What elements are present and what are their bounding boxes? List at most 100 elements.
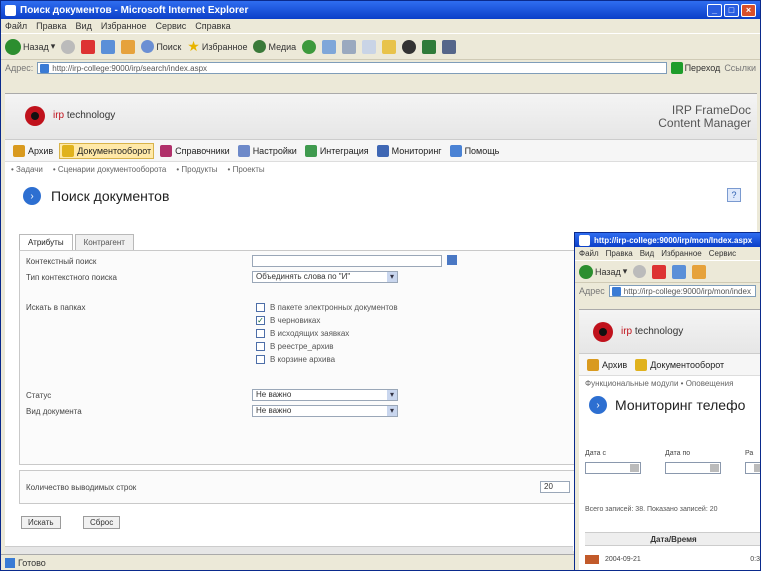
menu-favorites[interactable]: Избранное [101,21,147,31]
date-from-input[interactable] [585,462,641,474]
subnav-projects[interactable]: • Проекты [228,165,265,174]
back-button[interactable]: Назад ▾ [579,264,627,279]
menu-help[interactable]: Справка [195,21,230,31]
module-integration[interactable]: Интеграция [303,144,371,158]
integration-icon [304,144,317,157]
home-icon[interactable] [692,264,707,279]
brand-name: irp technology [53,110,115,121]
address-input[interactable]: http://irp-college:9000/irp/search/index… [37,61,667,74]
reset-button[interactable]: Сброс [83,516,121,529]
menu-view[interactable]: Вид [640,249,654,258]
ie-monitoring-window[interactable]: http://irp-college:9000/irp/mon/Index.as… [574,232,761,571]
messenger-icon[interactable] [402,39,417,54]
folder-checkbox-trash[interactable]: В корзине архива [256,355,335,364]
back-button[interactable]: Назад ▾ [5,38,55,55]
module-settings[interactable]: Настройки [236,144,299,158]
folder-checkbox-drafts[interactable]: ✓ В черновиках [256,316,320,325]
subnav-scenarios[interactable]: • Сценарии документооборота [53,165,166,174]
media-button[interactable]: Медиа [253,40,296,53]
module-label: Интеграция [319,145,369,156]
monitoring-title-row: › Мониторинг телефо [589,396,745,414]
minimize-button[interactable]: _ [707,3,722,17]
media-label: Медиа [268,41,297,52]
rows-count-input[interactable]: 20 [540,481,570,493]
module-archive[interactable]: Архив [11,144,55,158]
folder-label: В пакете электронных документов [270,303,398,312]
third-filter-label: Ра [745,450,754,457]
forward-icon[interactable] [61,39,76,54]
address-input[interactable]: http://irp-college:9000/irp/mon/index [608,284,756,297]
doctype-select[interactable]: Не важно [252,405,398,417]
menu-edit[interactable]: Правка [36,21,66,31]
doctype-label: Вид документа [26,407,82,416]
refresh-icon[interactable] [672,264,687,279]
refresh-icon[interactable] [101,39,116,54]
third-filter-input[interactable] [745,462,760,474]
history-icon[interactable] [302,39,317,54]
go-arrow-icon [670,61,683,74]
references-icon [160,144,173,157]
subnav-tasks[interactable]: • Задачи [11,165,43,174]
favorites-button[interactable]: ★ Избранное [187,38,247,55]
row-value: 0:3 [750,555,760,563]
forward-icon[interactable] [633,265,647,278]
workflow-icon [62,144,75,157]
edit-icon[interactable] [362,39,377,54]
home-icon[interactable] [121,39,136,54]
links-label[interactable]: Ссылки [724,63,756,73]
sub-nav: • Задачи • Сценарии документооборота • П… [5,162,757,176]
context-search-input[interactable] [252,255,442,267]
module-archive[interactable]: Архив [585,358,629,372]
module-help[interactable]: Помощь [448,144,502,158]
brand-prefix: irp [53,110,65,121]
module-workflow[interactable]: Документооборот [59,142,155,159]
module-workflow[interactable]: Документооборот [633,358,726,372]
context-search-icon[interactable] [447,255,457,265]
module-references[interactable]: Справочники [158,144,232,158]
folder-checkbox-registry[interactable]: В реестре_архив [256,342,333,351]
stop-icon[interactable] [652,264,667,279]
go-button[interactable]: Переход [670,61,721,74]
module-monitoring[interactable]: Мониторинг [375,144,444,158]
media-icon [253,40,267,53]
folder-icon[interactable] [382,39,397,54]
discuss-icon[interactable] [442,39,457,54]
search-button[interactable]: Поиск [141,40,181,53]
menu-tools[interactable]: Сервис [155,21,186,31]
horizontal-scrollbar[interactable] [5,546,573,554]
menu-bar: Файл Правка Вид Избранное Сервис [575,247,760,260]
subnav-text[interactable]: Функциональные модули • Оповещения [585,379,733,388]
tab-counterparty[interactable]: Контрагент [74,234,134,250]
folder-label: В черновиках [270,316,321,325]
window-title: http://irp-college:9000/irp/mon/Index.as… [594,235,753,245]
menu-view[interactable]: Вид [76,21,92,31]
go-label: Переход [684,62,721,73]
brand-prefix: irp [621,326,633,337]
search-mode-select[interactable]: Объединять слова по "И" [252,271,398,283]
brand-suffix: technology [634,326,684,337]
menu-favorites[interactable]: Избранное [661,249,702,258]
menu-file[interactable]: Файл [5,21,27,31]
subnav-products[interactable]: • Продукты [176,165,217,174]
menu-edit[interactable]: Правка [606,249,633,258]
search-submit-button[interactable]: Искать [21,516,61,529]
mail-icon[interactable] [322,39,337,54]
menu-file[interactable]: Файл [579,249,599,258]
folder-checkbox-edocs[interactable]: В пакете электронных документов [256,303,398,312]
folder-checkbox-outgoing[interactable]: В исходящих заявках [256,329,349,338]
date-to-input[interactable] [665,462,721,474]
table-row[interactable]: 2004-09-21 0:3 [585,552,760,566]
print-icon[interactable] [342,39,357,54]
stop-icon[interactable] [81,39,96,54]
research-icon[interactable] [422,39,437,54]
status-select[interactable]: Не важно [252,389,398,401]
table-header[interactable]: Дата/Время [585,532,760,546]
menu-tools[interactable]: Сервис [709,249,736,258]
close-button[interactable]: × [741,3,756,17]
folders-label: Искать в папках [26,303,86,312]
subnav-label: Задачи [16,164,43,174]
tab-attributes[interactable]: Атрибуты [19,234,73,250]
page-help-icon[interactable]: ? [727,188,741,202]
maximize-button[interactable]: □ [724,3,739,17]
checkbox-box [256,329,265,338]
